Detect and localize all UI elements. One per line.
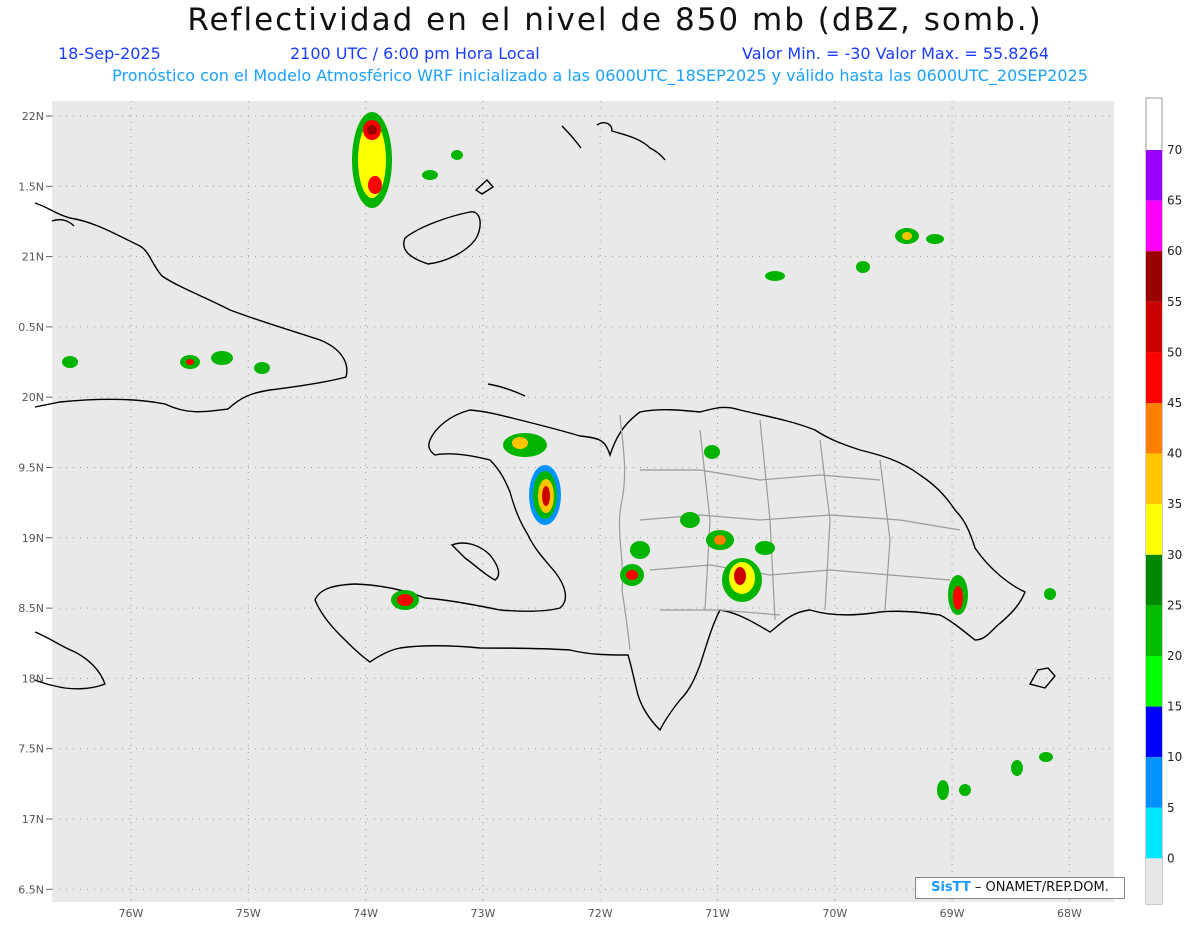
lon-tick-label: 69W xyxy=(940,907,965,920)
lat-tick-label: 20N xyxy=(22,391,44,404)
colorbar-segment xyxy=(1146,453,1162,505)
lat-tick-label: 7.5N xyxy=(18,743,44,756)
colorbar-segment xyxy=(1146,403,1162,454)
colorbar-below xyxy=(1146,858,1162,904)
colorbar-segment xyxy=(1146,554,1162,606)
colorbar-label: 70 xyxy=(1167,143,1182,157)
lon-tick-label: 75W xyxy=(236,907,261,920)
lat-tick-label: 21N xyxy=(22,251,44,264)
lon-tick-label: 70W xyxy=(822,907,847,920)
lat-tick-label: 0.5N xyxy=(18,321,44,334)
colorbar-label: 20 xyxy=(1167,649,1182,663)
credit-box: SisTT – ONAMET/REP.DOM. xyxy=(915,877,1125,899)
colorbar-label: 40 xyxy=(1167,447,1182,461)
lon-tick-label: 68W xyxy=(1057,907,1082,920)
colorbar-label: 30 xyxy=(1167,548,1182,562)
colorbar-segment xyxy=(1146,301,1162,353)
colorbar-label: 0 xyxy=(1167,851,1175,865)
lat-tick-label: 17N xyxy=(22,813,44,826)
lat-tick-label: 9.5N xyxy=(18,462,44,475)
lon-tick-label: 74W xyxy=(353,907,378,920)
colorbar-segment xyxy=(1146,706,1162,758)
colorbar-segment xyxy=(1146,150,1162,201)
colorbar-label: 55 xyxy=(1167,295,1182,309)
sistt-logo: SisTT xyxy=(931,880,971,895)
reflectivity-map: 22N 1.5N 21N 0.5N 20N 9.5N 19N 8.5N 18N 7.5N 17N 6.… xyxy=(18,97,1182,920)
lat-tick-label: 6.5N xyxy=(18,883,44,896)
lat-tick-label: 18N xyxy=(22,672,44,685)
colorbar-segment xyxy=(1146,200,1162,252)
colorbar-segment xyxy=(1146,656,1162,707)
cell-haiti-southwest xyxy=(391,590,419,610)
colorbar: 7065605550454035302520151050 xyxy=(1145,97,1182,905)
lon-tick-label: 76W xyxy=(119,907,144,920)
lat-tick-label: 19N xyxy=(22,532,44,545)
lat-tick-label: 8.5N xyxy=(18,602,44,615)
lon-tick-label: 72W xyxy=(588,907,613,920)
colorbar-label: 65 xyxy=(1167,194,1182,208)
colorbar-segment xyxy=(1146,251,1162,302)
colorbar-label: 5 xyxy=(1167,801,1175,815)
credit-text: – ONAMET/REP.DOM. xyxy=(974,880,1109,895)
colorbar-label: 50 xyxy=(1167,345,1182,359)
map-area xyxy=(52,101,1114,902)
colorbar-segment xyxy=(1146,352,1162,403)
colorbar-segment xyxy=(1146,504,1162,555)
lat-tick-label: 1.5N xyxy=(18,180,44,193)
colorbar-label: 10 xyxy=(1167,750,1182,764)
colorbar-segment xyxy=(1146,605,1162,656)
colorbar-segment xyxy=(1146,807,1162,859)
colorbar-label: 25 xyxy=(1167,598,1182,612)
colorbar-label: 35 xyxy=(1167,497,1182,511)
lon-tick-label: 73W xyxy=(470,907,495,920)
colorbar-label: 15 xyxy=(1167,700,1182,714)
colorbar-segment xyxy=(1146,757,1162,808)
lat-tick-label: 22N xyxy=(22,110,44,123)
colorbar-label: 45 xyxy=(1167,396,1182,410)
cell-bahamas-north xyxy=(352,112,392,208)
lon-tick-label: 71W xyxy=(705,907,730,920)
colorbar-label: 60 xyxy=(1167,244,1182,258)
